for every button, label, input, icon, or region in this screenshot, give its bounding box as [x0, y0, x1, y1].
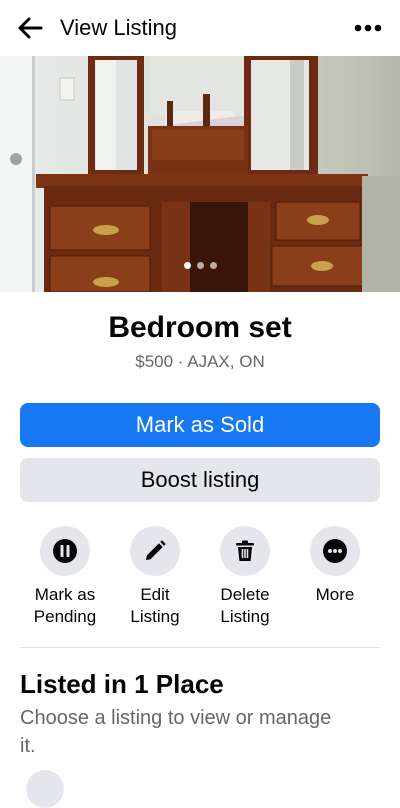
gallery-dot[interactable] [209, 262, 217, 269]
back-arrow-icon[interactable] [14, 12, 46, 44]
top-bar: View Listing [0, 0, 400, 56]
pencil-icon [130, 526, 180, 576]
place-avatar[interactable] [26, 770, 64, 808]
gallery-dot[interactable] [183, 262, 191, 269]
listing-photo[interactable] [0, 56, 400, 292]
places-heading: Listed in 1 Place [20, 669, 224, 699]
action-label: Edit Listing [130, 585, 180, 626]
mark-as-sold-button[interactable]: Mark as Sold [20, 403, 380, 447]
page-title: View Listing [60, 15, 177, 40]
boost-listing-button[interactable]: Boost listing [20, 458, 380, 502]
more-icon [310, 526, 360, 576]
action-label: More [315, 585, 355, 604]
delete-listing-action[interactable]: Delete Listing [200, 526, 290, 628]
more-horizontal-icon[interactable] [352, 12, 384, 44]
listing-actions: Mark as Pending Edit Listing Delete List… [0, 526, 400, 636]
mark-as-pending-action[interactable]: Mark as Pending [20, 526, 110, 628]
edit-listing-action[interactable]: Edit Listing [110, 526, 200, 628]
action-label: Mark as Pending [33, 585, 97, 626]
trash-icon [220, 526, 270, 576]
action-label: Delete Listing [220, 585, 270, 626]
places-description: Choose a listing to view or manage it. [20, 707, 332, 757]
gallery-dot[interactable] [196, 262, 204, 269]
gallery-dots [0, 262, 400, 274]
divider [20, 647, 380, 648]
listing-price-location: $500 · AJAX, ON [135, 352, 265, 371]
listing-title: Bedroom set [108, 311, 292, 344]
more-action[interactable]: More [290, 526, 380, 606]
pause-icon [40, 526, 90, 576]
